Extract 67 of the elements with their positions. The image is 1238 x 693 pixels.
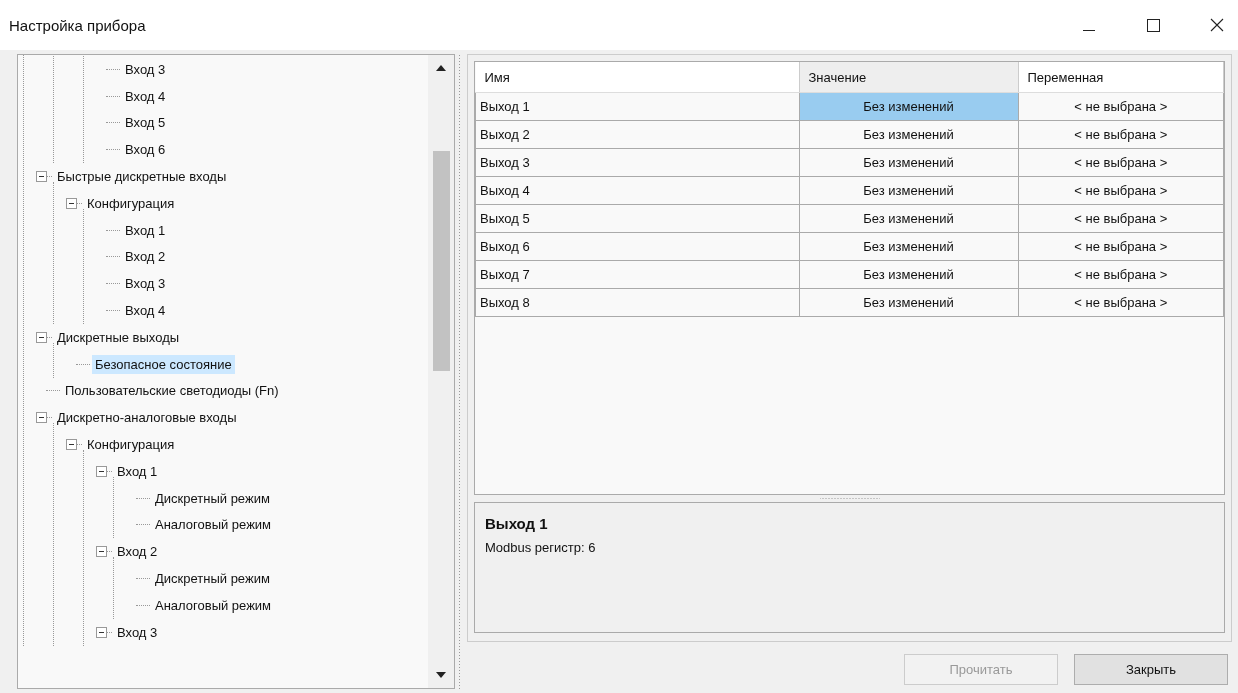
tree-item[interactable]: Дискретные выходы	[54, 327, 183, 347]
table-cell[interactable]: Без изменений	[799, 120, 1018, 149]
description-title: Выход 1	[485, 515, 549, 532]
tree-item[interactable]: Вход 3	[122, 59, 169, 79]
scroll-down-icon[interactable]	[436, 672, 446, 678]
table-cell: Выход 1	[475, 92, 799, 121]
tree-item[interactable]: Вход 1	[114, 461, 161, 481]
table-cell[interactable]: < не выбрана >	[1018, 260, 1224, 289]
table-cell[interactable]: < не выбрана >	[1018, 92, 1224, 121]
collapse-icon[interactable]	[66, 197, 77, 209]
maximize-icon[interactable]	[1146, 18, 1160, 32]
tree-item[interactable]: Вход 3	[114, 622, 161, 642]
tree-item[interactable]: Конфигурация	[84, 193, 178, 213]
tree-item[interactable]: Вход 4	[122, 86, 169, 106]
tree-item[interactable]: Пользовательские светодиоды (Fn)	[62, 381, 282, 401]
column-header[interactable]: Переменная	[1018, 62, 1224, 93]
collapse-icon[interactable]	[96, 465, 107, 477]
tree-item[interactable]: Дискретный режим	[152, 569, 273, 589]
table-cell[interactable]: Без изменений	[799, 260, 1018, 289]
tree-item[interactable]: Вход 2	[114, 542, 161, 562]
table-cell[interactable]: < не выбрана >	[1018, 288, 1224, 317]
table-cell[interactable]: < не выбрана >	[1018, 120, 1224, 149]
table-cell[interactable]: < не выбрана >	[1018, 232, 1224, 261]
tree-item[interactable]: Вход 4	[122, 301, 169, 321]
scroll-thumb[interactable]	[432, 151, 450, 371]
tree-item[interactable]: Быстрые дискретные входы	[54, 167, 230, 187]
table-cell[interactable]: Без изменений	[799, 232, 1018, 261]
tree-item[interactable]: Аналоговый режим	[152, 515, 275, 535]
table-cell: Выход 2	[475, 120, 799, 149]
collapse-icon[interactable]	[66, 439, 77, 451]
table-cell: Выход 3	[475, 148, 799, 177]
tree-item[interactable]: Дискретно-аналоговые входы	[54, 408, 240, 428]
collapse-icon[interactable]	[36, 331, 47, 343]
column-header[interactable]: Имя	[475, 62, 799, 93]
table-cell[interactable]: Без изменений	[799, 148, 1018, 177]
table-cell[interactable]: < не выбрана >	[1018, 204, 1224, 233]
window-title: Настройка прибора	[9, 16, 146, 34]
table-cell[interactable]: Без изменений	[799, 176, 1018, 205]
table-cell[interactable]: Без изменений	[799, 204, 1018, 233]
scroll-up-icon[interactable]	[436, 65, 446, 71]
collapse-icon[interactable]	[96, 546, 107, 558]
description-text: Modbus регистр: 6	[485, 540, 597, 555]
scrollbar[interactable]	[428, 55, 454, 688]
collapse-icon[interactable]	[36, 171, 47, 183]
tree-item[interactable]: Конфигурация	[84, 435, 178, 455]
tree-item[interactable]: Вход 6	[122, 140, 169, 160]
table-cell[interactable]: < не выбрана >	[1018, 148, 1224, 177]
tree-item[interactable]: Вход 2	[122, 247, 169, 267]
tree-item[interactable]: Вход 3	[122, 274, 169, 294]
table-cell: Выход 4	[475, 176, 799, 205]
tree-item[interactable]: Безопасное состояние	[92, 354, 235, 374]
tree-item[interactable]: Вход 5	[122, 113, 169, 133]
close-button[interactable]: Закрыть	[1074, 654, 1228, 685]
tree-item[interactable]: Вход 1	[122, 220, 169, 240]
column-header[interactable]: Значение	[799, 62, 1018, 93]
table-cell: Выход 7	[475, 260, 799, 289]
table-cell[interactable]: < не выбрана >	[1018, 176, 1224, 205]
table-cell[interactable]: Без изменений	[799, 92, 1018, 121]
collapse-icon[interactable]	[36, 412, 47, 424]
table-cell: Выход 5	[475, 204, 799, 233]
close-icon[interactable]	[1210, 18, 1224, 32]
tree-item[interactable]: Аналоговый режим	[152, 595, 275, 615]
table-cell: Выход 8	[475, 288, 799, 317]
table-cell: Выход 6	[475, 232, 799, 261]
collapse-icon[interactable]	[96, 626, 107, 638]
tree-item[interactable]: Дискретный режим	[152, 488, 273, 508]
table-cell[interactable]: Без изменений	[799, 288, 1018, 317]
